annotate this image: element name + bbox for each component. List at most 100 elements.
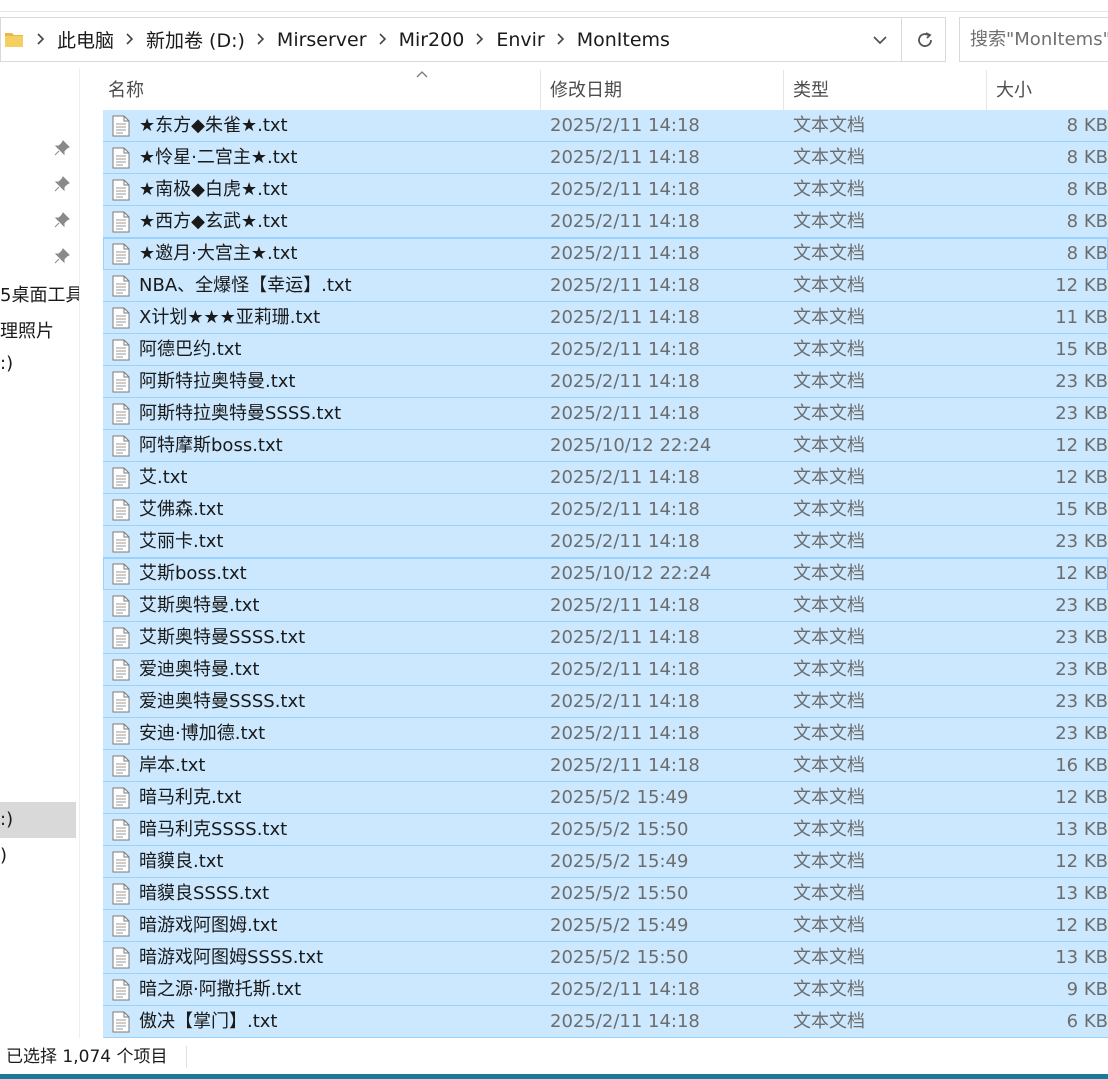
chevron-right-icon[interactable]	[549, 30, 573, 49]
file-row[interactable]: 阿斯特拉奥特曼SSSS.txt 2025/2/11 14:18 文本文档 23 KB	[103, 398, 1108, 430]
file-row[interactable]: 阿斯特拉奥特曼.txt 2025/2/11 14:18 文本文档 23 KB	[103, 366, 1108, 398]
breadcrumb-item[interactable]: 新加卷 (D:)	[142, 26, 249, 53]
file-type: 文本文档	[793, 275, 865, 296]
pin-icon[interactable]	[54, 176, 70, 192]
file-name: ★东方◆朱雀★.txt	[139, 115, 288, 136]
file-size: 12 KB	[1055, 915, 1108, 936]
file-size: 12 KB	[1055, 787, 1108, 808]
file-row[interactable]: 艾斯奥特曼.txt 2025/2/11 14:18 文本文档 23 KB	[103, 590, 1108, 622]
file-name: 艾斯boss.txt	[139, 563, 247, 584]
column-header-row: 名称 修改日期 类型 大小	[103, 70, 1108, 110]
file-row[interactable]: 暗之源·阿撒托斯.txt 2025/2/11 14:18 文本文档 9 KB	[103, 974, 1108, 1006]
file-row[interactable]: NBA、全爆怪【幸运】.txt 2025/2/11 14:18 文本文档 12 KB	[103, 270, 1108, 302]
breadcrumb-item[interactable]: MonItems	[573, 29, 674, 51]
file-row[interactable]: 艾斯boss.txt 2025/10/12 22:24 文本文档 12 KB	[103, 558, 1108, 590]
file-name: 阿斯特拉奥特曼.txt	[139, 371, 296, 392]
file-row[interactable]: 艾佛森.txt 2025/2/11 14:18 文本文档 15 KB	[103, 494, 1108, 526]
file-row[interactable]: ★怜星·二宫主★.txt 2025/2/11 14:18 文本文档 8 KB	[103, 142, 1108, 174]
file-row[interactable]: X计划★★★亚莉珊.txt 2025/2/11 14:18 文本文档 11 KB	[103, 302, 1108, 334]
text-file-icon	[112, 691, 130, 713]
file-row[interactable]: 艾丽卡.txt 2025/2/11 14:18 文本文档 23 KB	[103, 526, 1108, 558]
navigation-pane[interactable]: 5桌面工具 理照片 :) :) )	[0, 68, 80, 1038]
file-row[interactable]: 艾斯奥特曼SSSS.txt 2025/2/11 14:18 文本文档 23 KB	[103, 622, 1108, 654]
nav-item-drive[interactable]: :)	[0, 353, 13, 374]
pin-icon[interactable]	[54, 212, 70, 228]
column-header-type[interactable]: 类型	[788, 70, 986, 110]
file-date: 2025/2/11 14:18	[550, 307, 700, 328]
file-row[interactable]: 安迪·博加德.txt 2025/2/11 14:18 文本文档 23 KB	[103, 718, 1108, 750]
file-row[interactable]: 艾.txt 2025/2/11 14:18 文本文档 12 KB	[103, 462, 1108, 494]
nav-item-drive-2[interactable]: )	[0, 845, 7, 866]
pin-icon[interactable]	[54, 140, 70, 156]
text-file-icon	[112, 659, 130, 681]
chevron-right-icon[interactable]	[118, 30, 142, 49]
search-input[interactable]: 搜索"MonItems"	[959, 17, 1108, 62]
text-file-icon	[112, 211, 130, 233]
chevron-right-icon[interactable]	[249, 30, 273, 49]
address-bar[interactable]: 此电脑 新加卷 (D:) Mirserver Mir200 Envir MonItems	[0, 17, 946, 62]
file-row[interactable]: 岸本.txt 2025/2/11 14:18 文本文档 16 KB	[103, 750, 1108, 782]
file-row[interactable]: 暗貘良SSSS.txt 2025/5/2 15:50 文本文档 13 KB	[103, 878, 1108, 910]
column-divider[interactable]	[783, 70, 784, 110]
file-row[interactable]: 傲决【掌门】.txt 2025/2/11 14:18 文本文档 6 KB	[103, 1006, 1108, 1038]
file-row[interactable]: 阿德巴约.txt 2025/2/11 14:18 文本文档 15 KB	[103, 334, 1108, 366]
refresh-button[interactable]	[901, 18, 947, 61]
selection-count: 已选择 1,074 个项目	[6, 1047, 168, 1067]
file-row[interactable]: 暗游戏阿图姆SSSS.txt 2025/5/2 15:50 文本文档 13 KB	[103, 942, 1108, 974]
breadcrumb-item[interactable]: Envir	[492, 29, 548, 51]
file-size: 15 KB	[1055, 499, 1108, 520]
nav-item-photos[interactable]: 理照片	[0, 317, 54, 343]
chevron-right-icon[interactable]	[371, 30, 395, 49]
file-row[interactable]: ★东方◆朱雀★.txt 2025/2/11 14:18 文本文档 8 KB	[103, 110, 1108, 142]
column-divider[interactable]	[986, 70, 987, 110]
text-file-icon	[112, 915, 130, 937]
file-size: 23 KB	[1055, 691, 1108, 712]
file-size: 16 KB	[1055, 755, 1108, 776]
file-size: 23 KB	[1055, 723, 1108, 744]
file-row[interactable]: ★南极◆白虎★.txt 2025/2/11 14:18 文本文档 8 KB	[103, 174, 1108, 206]
file-type: 文本文档	[793, 915, 865, 936]
nav-item-desktop-tools[interactable]: 5桌面工具	[0, 281, 79, 307]
chevron-right-icon[interactable]	[468, 30, 492, 49]
column-divider[interactable]	[540, 70, 541, 110]
file-type: 文本文档	[793, 595, 865, 616]
nav-item-selected[interactable]: :)	[0, 802, 76, 838]
file-name: 暗游戏阿图姆SSSS.txt	[139, 947, 324, 968]
file-date: 2025/5/2 15:49	[550, 787, 689, 808]
file-type: 文本文档	[793, 851, 865, 872]
chevron-right-icon[interactable]	[29, 30, 53, 49]
file-row[interactable]: 阿特摩斯boss.txt 2025/10/12 22:24 文本文档 12 KB	[103, 430, 1108, 462]
file-row[interactable]: ★西方◆玄武★.txt 2025/2/11 14:18 文本文档 8 KB	[103, 206, 1108, 238]
file-type: 文本文档	[793, 979, 865, 1000]
column-header-size[interactable]: 大小	[991, 70, 1108, 110]
breadcrumb-item[interactable]: Mirserver	[273, 29, 371, 51]
file-row[interactable]: 暗貘良.txt 2025/5/2 15:49 文本文档 12 KB	[103, 846, 1108, 878]
file-type: 文本文档	[793, 435, 865, 456]
pin-icon[interactable]	[54, 248, 70, 264]
file-row[interactable]: 暗游戏阿图姆.txt 2025/5/2 15:49 文本文档 12 KB	[103, 910, 1108, 942]
search-placeholder: 搜索"MonItems"	[970, 29, 1108, 50]
breadcrumb-item[interactable]: Mir200	[395, 29, 469, 51]
file-row[interactable]: 爱迪奥特曼SSSS.txt 2025/2/11 14:18 文本文档 23 KB	[103, 686, 1108, 718]
file-list[interactable]: ★东方◆朱雀★.txt 2025/2/11 14:18 文本文档 8 KB ★怜星·二宫…	[103, 110, 1108, 1038]
text-file-icon	[112, 243, 130, 265]
file-type: 文本文档	[793, 947, 865, 968]
file-name: 暗游戏阿图姆.txt	[139, 915, 278, 936]
file-size: 8 KB	[1066, 243, 1108, 264]
file-type: 文本文档	[793, 499, 865, 520]
address-row: 此电脑 新加卷 (D:) Mirserver Mir200 Envir MonItems …	[0, 12, 1108, 68]
address-history-dropdown[interactable]	[859, 18, 901, 61]
file-row[interactable]: 爱迪奥特曼.txt 2025/2/11 14:18 文本文档 23 KB	[103, 654, 1108, 686]
file-type: 文本文档	[793, 659, 865, 680]
file-row[interactable]: 暗马利克.txt 2025/5/2 15:49 文本文档 12 KB	[103, 782, 1108, 814]
file-date: 2025/2/11 14:18	[550, 627, 700, 648]
file-type: 文本文档	[793, 883, 865, 904]
file-row[interactable]: 暗马利克SSSS.txt 2025/5/2 15:50 文本文档 13 KB	[103, 814, 1108, 846]
column-header-name[interactable]: 名称	[103, 70, 540, 110]
file-date: 2025/2/11 14:18	[550, 115, 700, 136]
file-row[interactable]: ★邀月·大宫主★.txt 2025/2/11 14:18 文本文档 8 KB	[103, 238, 1108, 270]
text-file-icon	[112, 563, 130, 585]
file-size: 13 KB	[1055, 819, 1108, 840]
breadcrumb-item[interactable]: 此电脑	[53, 26, 118, 53]
column-header-date[interactable]: 修改日期	[545, 70, 783, 110]
